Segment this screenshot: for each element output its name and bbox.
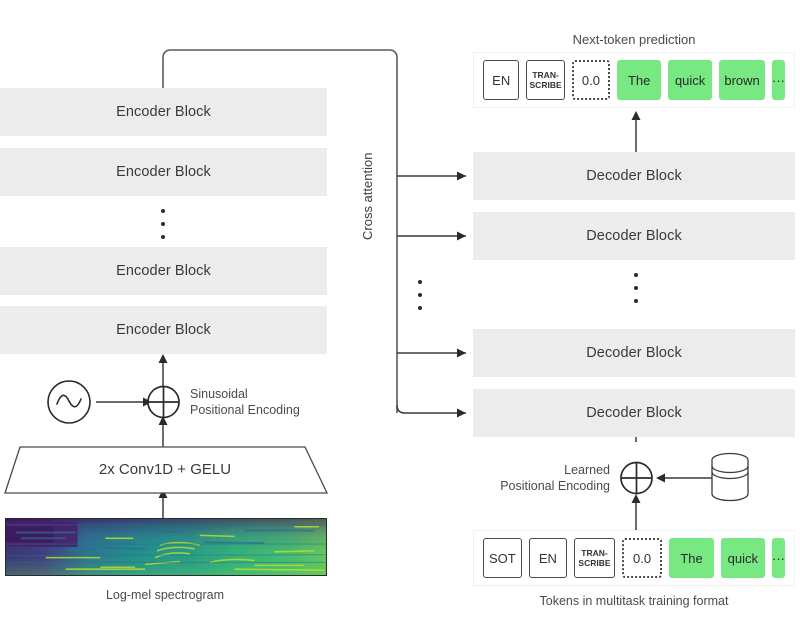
input-token-5[interactable]: quick bbox=[720, 538, 765, 578]
conv1d-gelu-label: 2x Conv1D + GELU bbox=[98, 461, 232, 478]
decoder-block-label: Decoder Block bbox=[586, 405, 682, 421]
circled-plus-icon bbox=[620, 461, 653, 495]
decoder-block-4: Decoder Block bbox=[473, 389, 795, 437]
decoder-ellipsis bbox=[631, 273, 641, 303]
encoder-block-label: Encoder Block bbox=[116, 322, 211, 338]
decoder-block-label: Decoder Block bbox=[586, 228, 682, 244]
encoder-block-4: Encoder Block bbox=[0, 306, 327, 354]
output-token-0[interactable]: EN bbox=[483, 60, 520, 100]
input-token-4[interactable]: The bbox=[669, 538, 714, 578]
learned-positional-encoding-label: Learned Positional Encoding bbox=[488, 462, 610, 494]
input-token-0[interactable]: SOT bbox=[483, 538, 522, 578]
encoder-block-3: Encoder Block bbox=[0, 247, 327, 295]
next-token-prediction-row: EN TRAN- SCRIBE 0.0 The quick brown ··· bbox=[473, 52, 795, 108]
output-token-5[interactable]: brown bbox=[719, 60, 765, 100]
encoder-ellipsis bbox=[158, 209, 168, 239]
circled-plus-icon bbox=[147, 385, 180, 419]
output-token-2[interactable]: 0.0 bbox=[571, 60, 611, 100]
decoder-block-label: Decoder Block bbox=[586, 168, 682, 184]
decoder-block-2: Decoder Block bbox=[473, 212, 795, 260]
sinusoidal-pe-line2: Positional Encoding bbox=[190, 403, 300, 417]
encoder-block-1: Encoder Block bbox=[0, 88, 327, 136]
sinusoidal-pe-line1: Sinusoidal bbox=[190, 387, 248, 401]
input-token-1[interactable]: EN bbox=[528, 538, 568, 578]
spectrogram-caption: Log-mel spectrogram bbox=[105, 588, 225, 602]
input-token-3[interactable]: 0.0 bbox=[621, 538, 663, 578]
output-token-1[interactable]: TRAN- SCRIBE bbox=[526, 60, 565, 100]
decoder-block-3: Decoder Block bbox=[473, 329, 795, 377]
next-token-prediction-title: Next-token prediction bbox=[572, 32, 696, 47]
learned-pe-line1: Learned bbox=[564, 463, 610, 477]
decoder-block-label: Decoder Block bbox=[586, 345, 682, 361]
input-token-6[interactable]: ··· bbox=[771, 538, 785, 578]
learned-pe-line2: Positional Encoding bbox=[500, 479, 610, 493]
log-mel-spectrogram bbox=[5, 518, 327, 576]
input-tokens-caption: Tokens in multitask training format bbox=[539, 594, 729, 608]
encoder-block-2: Encoder Block bbox=[0, 148, 327, 196]
decoder-block-1: Decoder Block bbox=[473, 152, 795, 200]
output-token-3[interactable]: The bbox=[617, 60, 662, 100]
encoder-block-label: Encoder Block bbox=[116, 164, 211, 180]
database-cylinder-icon bbox=[711, 452, 749, 502]
cross-attention-label: Cross attention bbox=[360, 152, 375, 240]
output-token-6[interactable]: ··· bbox=[772, 60, 785, 100]
encoder-block-label: Encoder Block bbox=[116, 263, 211, 279]
sine-wave-icon bbox=[47, 380, 91, 424]
encoder-block-label: Encoder Block bbox=[116, 104, 211, 120]
input-tokens-row: SOT EN TRAN- SCRIBE 0.0 The quick ··· bbox=[473, 530, 795, 586]
input-token-2[interactable]: TRAN- SCRIBE bbox=[574, 538, 615, 578]
output-token-4[interactable]: quick bbox=[668, 60, 713, 100]
cross-attention-ellipsis bbox=[415, 280, 425, 310]
sinusoidal-positional-encoding-label: Sinusoidal Positional Encoding bbox=[190, 386, 330, 418]
